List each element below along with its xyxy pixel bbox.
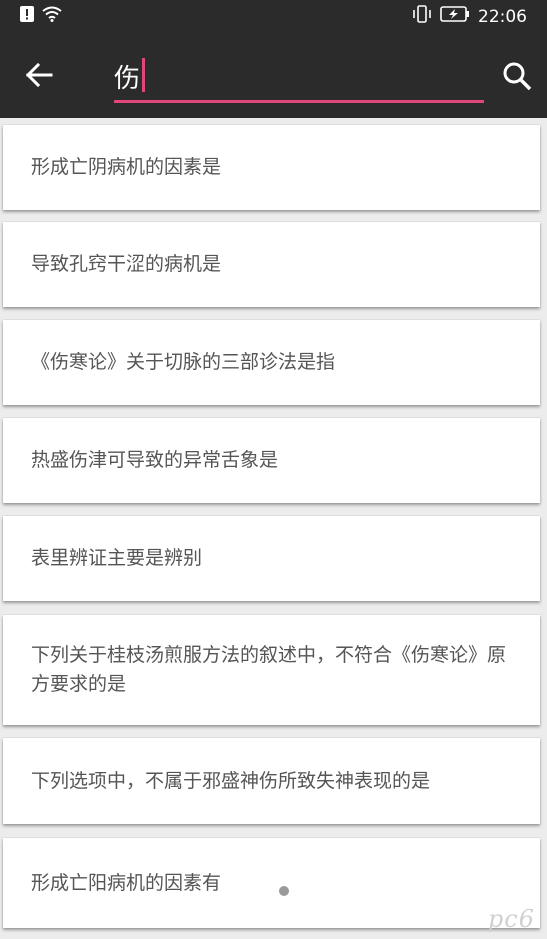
list-item[interactable]: 《伤寒论》关于切脉的三部诊法是指: [3, 320, 540, 405]
list-item-text: 下列选项中，不属于邪盛神伤所致失神表现的是: [31, 769, 431, 792]
status-bar: 22:06: [0, 0, 547, 34]
list-item[interactable]: 热盛伤津可导致的异常舌象是: [3, 418, 540, 503]
list-item-text: 形成亡阳病机的因素有: [31, 871, 222, 894]
search-icon: [502, 61, 532, 95]
wifi-icon: [42, 6, 62, 26]
list-item-text: 形成亡阴病机的因素是: [31, 156, 222, 178]
list-item-text: 表里辨证主要是辨别: [31, 547, 203, 569]
list-item-text: 导致孔窍干涩的病机是: [31, 253, 222, 275]
status-right: 22:06: [412, 5, 527, 28]
list-item-text: 《伤寒论》关于切脉的三部诊法是指: [31, 351, 336, 373]
watermark-logo: pc6: [487, 905, 535, 933]
arrow-left-icon: [25, 62, 53, 91]
list-item-text: 热盛伤津可导致的异常舌象是: [31, 449, 279, 471]
list-item[interactable]: 形成亡阳病机的因素有: [3, 838, 540, 928]
battery-charging-icon: [440, 6, 470, 27]
list-item-text: 下列关于桂枝汤煎服方法的叙述中，不符合《伤寒论》原方要求的是: [31, 644, 507, 695]
scroll-indicator-dot: [279, 886, 289, 896]
text-caret: [142, 58, 145, 92]
list-item[interactable]: 下列选项中，不属于邪盛神伤所致失神表现的是: [3, 738, 540, 824]
status-time: 22:06: [478, 6, 527, 27]
list-item[interactable]: 形成亡阴病机的因素是: [3, 125, 540, 210]
alert-icon: [20, 6, 34, 26]
search-button[interactable]: [497, 58, 537, 98]
list-item[interactable]: 导致孔窍干涩的病机是: [3, 222, 540, 307]
list-item[interactable]: 下列关于桂枝汤煎服方法的叙述中，不符合《伤寒论》原方要求的是: [3, 615, 540, 725]
status-left: [20, 6, 62, 26]
back-button[interactable]: [20, 58, 58, 96]
vibrate-icon: [412, 5, 432, 28]
search-field[interactable]: [114, 52, 484, 103]
search-toolbar: [0, 34, 547, 118]
list-item[interactable]: 表里辨证主要是辨别: [3, 516, 540, 601]
search-input[interactable]: [114, 56, 484, 96]
